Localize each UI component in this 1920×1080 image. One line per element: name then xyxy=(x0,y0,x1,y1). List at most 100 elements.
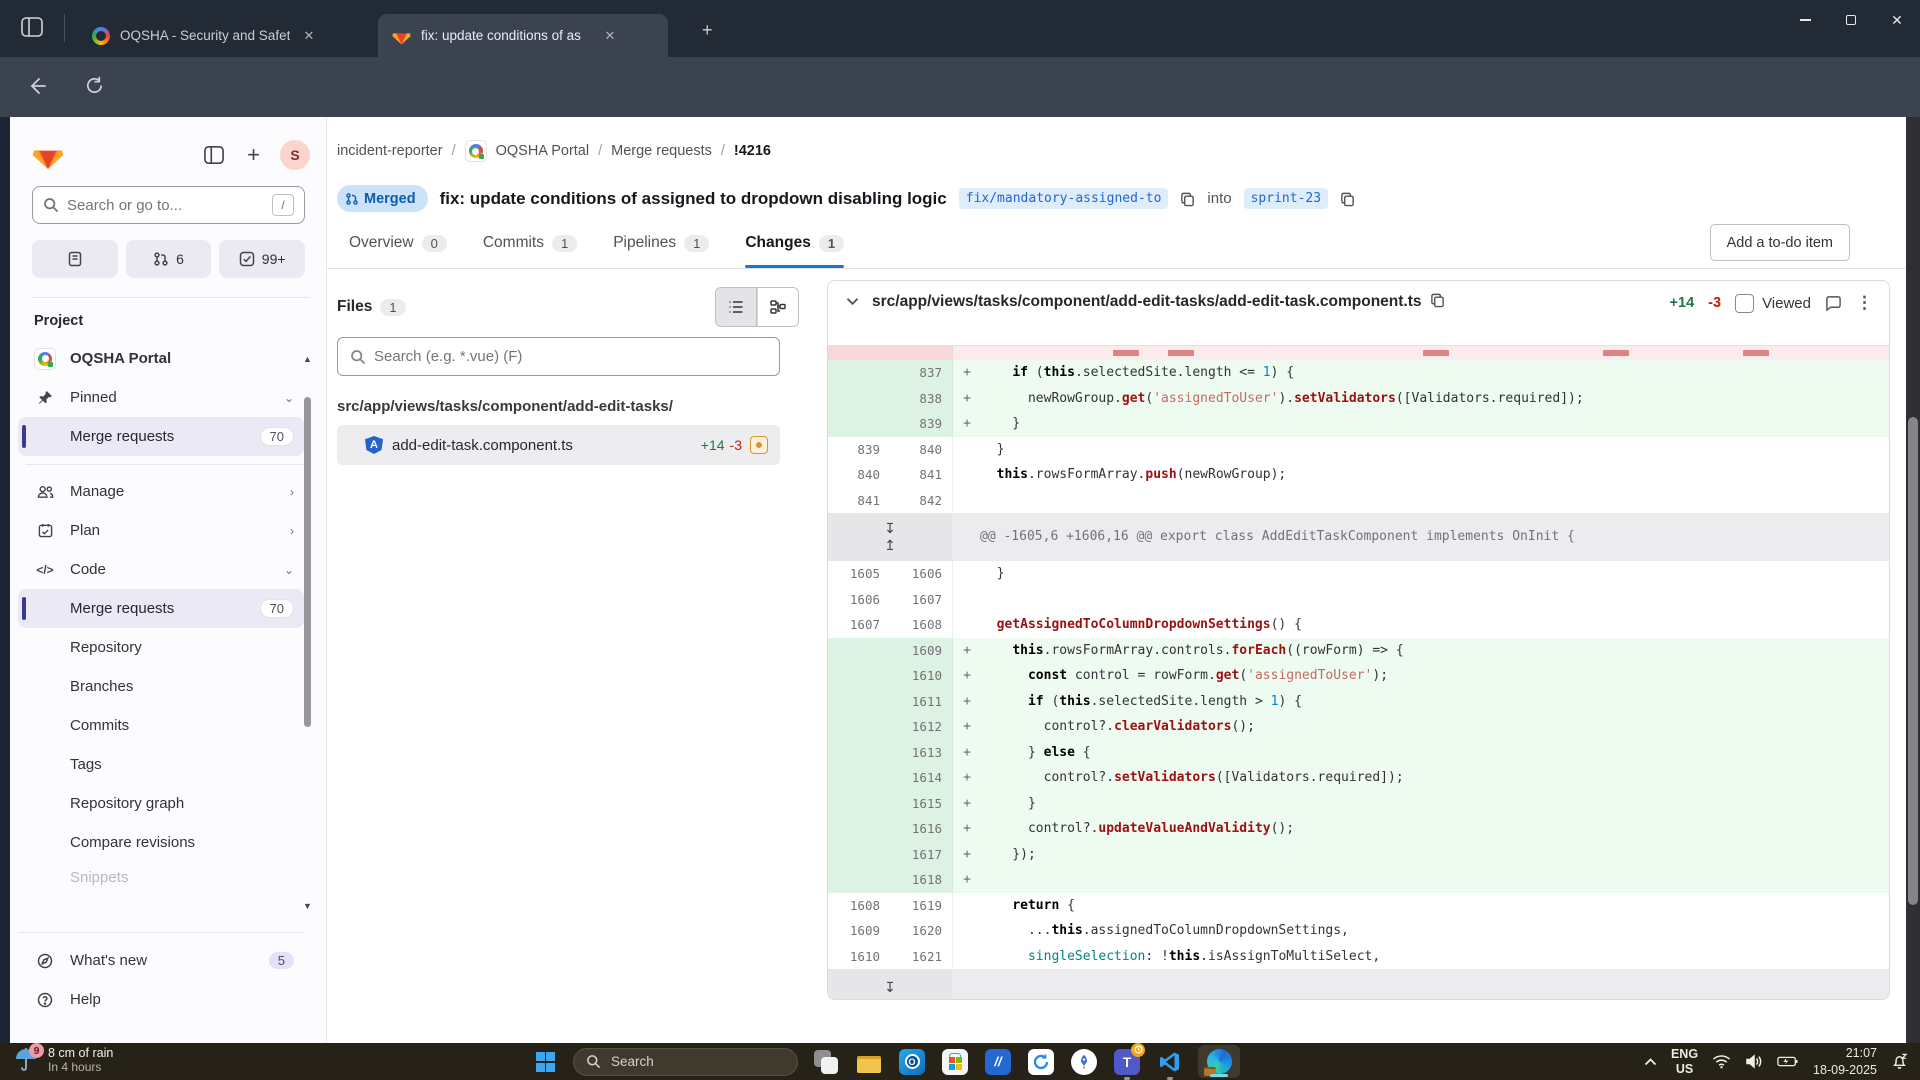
new-line-number[interactable]: 840 xyxy=(890,437,952,463)
outlook-icon[interactable]: O xyxy=(897,1047,927,1077)
breadcrumb-merge-requests[interactable]: Merge requests xyxy=(611,143,712,159)
tab-pipelines[interactable]: Pipelines1 xyxy=(613,221,709,265)
tree-view-button[interactable] xyxy=(757,288,798,326)
sidebar-item-commits[interactable]: Commits xyxy=(18,706,304,745)
comment-icon[interactable] xyxy=(1825,295,1842,311)
copy-branch-icon[interactable] xyxy=(1180,191,1195,207)
old-line-number[interactable] xyxy=(828,411,890,437)
sidebar-item-compare-revisions[interactable]: Compare revisions xyxy=(18,823,304,862)
gitlab-logo[interactable] xyxy=(32,140,64,170)
sidebar-item-merge-requests[interactable]: Merge requests 70 xyxy=(18,589,304,628)
new-line-number[interactable]: 1613 xyxy=(890,740,952,766)
taskbar-search[interactable]: Search xyxy=(573,1048,798,1076)
old-line-number[interactable] xyxy=(828,714,890,740)
weather-widget[interactable]: 9 8 cm of rain In 4 hours xyxy=(14,1046,113,1074)
todo-shortcut-button[interactable]: 99+ xyxy=(219,240,305,278)
language-indicator[interactable]: ENGUS xyxy=(1671,1047,1698,1077)
new-line-number[interactable]: 1614 xyxy=(890,765,952,791)
expand-lines-buttons[interactable]: ↧↥ xyxy=(828,513,952,561)
diff-file-path[interactable]: src/app/views/tasks/component/add-edit-t… xyxy=(872,289,1492,314)
new-line-number[interactable]: 1619 xyxy=(890,893,952,919)
new-line-number[interactable]: 1612 xyxy=(890,714,952,740)
old-line-number[interactable]: 840 xyxy=(828,462,890,488)
battery-icon[interactable] xyxy=(1777,1055,1799,1068)
wifi-icon[interactable] xyxy=(1712,1054,1731,1069)
tray-chevron-icon[interactable] xyxy=(1644,1058,1657,1066)
options-kebab-icon[interactable]: ⋮ xyxy=(1856,293,1873,313)
refresh-icon[interactable] xyxy=(84,75,105,96)
breadcrumb-mr-id[interactable]: !4216 xyxy=(734,143,771,159)
tab-commits[interactable]: Commits1 xyxy=(483,221,577,265)
back-icon[interactable] xyxy=(26,75,48,97)
old-line-number[interactable] xyxy=(828,867,890,893)
merge-requests-shortcut-button[interactable]: 6 xyxy=(126,240,212,278)
old-line-number[interactable]: 1609 xyxy=(828,918,890,944)
copy-branch-icon[interactable] xyxy=(1340,191,1355,207)
start-button[interactable] xyxy=(530,1047,560,1077)
old-line-number[interactable]: 1608 xyxy=(828,893,890,919)
file-search[interactable] xyxy=(337,337,780,376)
new-line-number[interactable]: 1620 xyxy=(890,918,952,944)
old-line-number[interactable]: 839 xyxy=(828,437,890,463)
task-view-icon[interactable] xyxy=(811,1047,841,1077)
sidebar-scrollbar[interactable]: ▲ ▼ xyxy=(303,355,312,911)
old-line-number[interactable] xyxy=(828,816,890,842)
sidebar-item-plan[interactable]: Plan › xyxy=(18,511,304,550)
old-line-number[interactable] xyxy=(828,663,890,689)
old-line-number[interactable]: 1606 xyxy=(828,587,890,613)
tab-close-icon[interactable]: ✕ xyxy=(300,28,318,44)
maximize-button[interactable] xyxy=(1828,0,1874,40)
minimize-button[interactable] xyxy=(1782,0,1828,40)
teams-icon[interactable]: T xyxy=(1112,1047,1142,1077)
new-line-number[interactable]: 1611 xyxy=(890,689,952,715)
old-line-number[interactable] xyxy=(828,765,890,791)
sync-app-icon[interactable] xyxy=(1026,1047,1056,1077)
list-view-button[interactable] xyxy=(716,288,757,326)
collapse-chevron-icon[interactable] xyxy=(846,297,859,306)
old-line-number[interactable] xyxy=(828,689,890,715)
sidebar-item-manage[interactable]: Manage › xyxy=(18,472,304,511)
tab-actions-icon[interactable] xyxy=(20,16,46,40)
sidebar-item-code[interactable]: </> Code ⌄ xyxy=(18,550,304,589)
sidebar-item-repository-graph[interactable]: Repository graph xyxy=(18,784,304,823)
old-line-number[interactable] xyxy=(828,740,890,766)
breadcrumb-project[interactable]: OQSHA Portal xyxy=(496,143,589,159)
new-line-number[interactable]: 1618 xyxy=(890,867,952,893)
sidebar-item-tags[interactable]: Tags xyxy=(18,745,304,784)
new-line-number[interactable]: 837 xyxy=(890,360,952,386)
user-avatar[interactable]: S xyxy=(280,140,310,170)
expand-lines-buttons[interactable]: ↧ xyxy=(828,969,952,1000)
old-line-number[interactable]: 1610 xyxy=(828,944,890,970)
microsoft-store-icon[interactable] xyxy=(940,1047,970,1077)
sidebar-search-input[interactable] xyxy=(67,197,272,214)
tab-close-icon[interactable]: ✕ xyxy=(601,28,619,44)
file-explorer-icon[interactable] xyxy=(854,1047,884,1077)
sidebar-search[interactable]: / xyxy=(32,186,305,224)
file-search-input[interactable] xyxy=(374,348,767,365)
rocket-app-icon[interactable] xyxy=(1069,1047,1099,1077)
source-branch-pill[interactable]: fix/mandatory-assigned-to xyxy=(959,188,1169,209)
tab-overview[interactable]: Overview0 xyxy=(349,221,447,265)
add-todo-button[interactable]: Add a to-do item xyxy=(1710,224,1850,261)
browser-tab-mr[interactable]: fix: update conditions of as ✕ xyxy=(378,14,668,57)
page-scrollbar[interactable] xyxy=(1906,117,1920,1043)
sidebar-item-pinned[interactable]: Pinned ⌄ xyxy=(18,378,304,417)
create-new-icon[interactable]: + xyxy=(247,142,260,168)
old-line-number[interactable] xyxy=(828,791,890,817)
edge-icon[interactable] xyxy=(1198,1045,1240,1078)
sidebar-collapse-icon[interactable] xyxy=(203,145,225,165)
new-line-number[interactable]: 1606 xyxy=(890,561,952,587)
new-line-number[interactable]: 842 xyxy=(890,488,952,514)
new-line-number[interactable]: 1609 xyxy=(890,638,952,664)
sidebar-item-snippets[interactable]: Snippets xyxy=(18,862,304,892)
slashes-app-icon[interactable]: // xyxy=(983,1047,1013,1077)
issues-shortcut-button[interactable] xyxy=(32,240,118,278)
old-line-number[interactable]: 1605 xyxy=(828,561,890,587)
new-line-number[interactable]: 838 xyxy=(890,386,952,412)
new-line-number[interactable]: 1610 xyxy=(890,663,952,689)
breadcrumb-group[interactable]: incident-reporter xyxy=(337,143,443,159)
new-line-number[interactable]: 1607 xyxy=(890,587,952,613)
sidebar-item-project[interactable]: OQSHA Portal xyxy=(18,339,304,378)
sidebar-item-merge-requests-pinned[interactable]: Merge requests 70 xyxy=(18,417,304,456)
new-line-number[interactable]: 1608 xyxy=(890,612,952,638)
